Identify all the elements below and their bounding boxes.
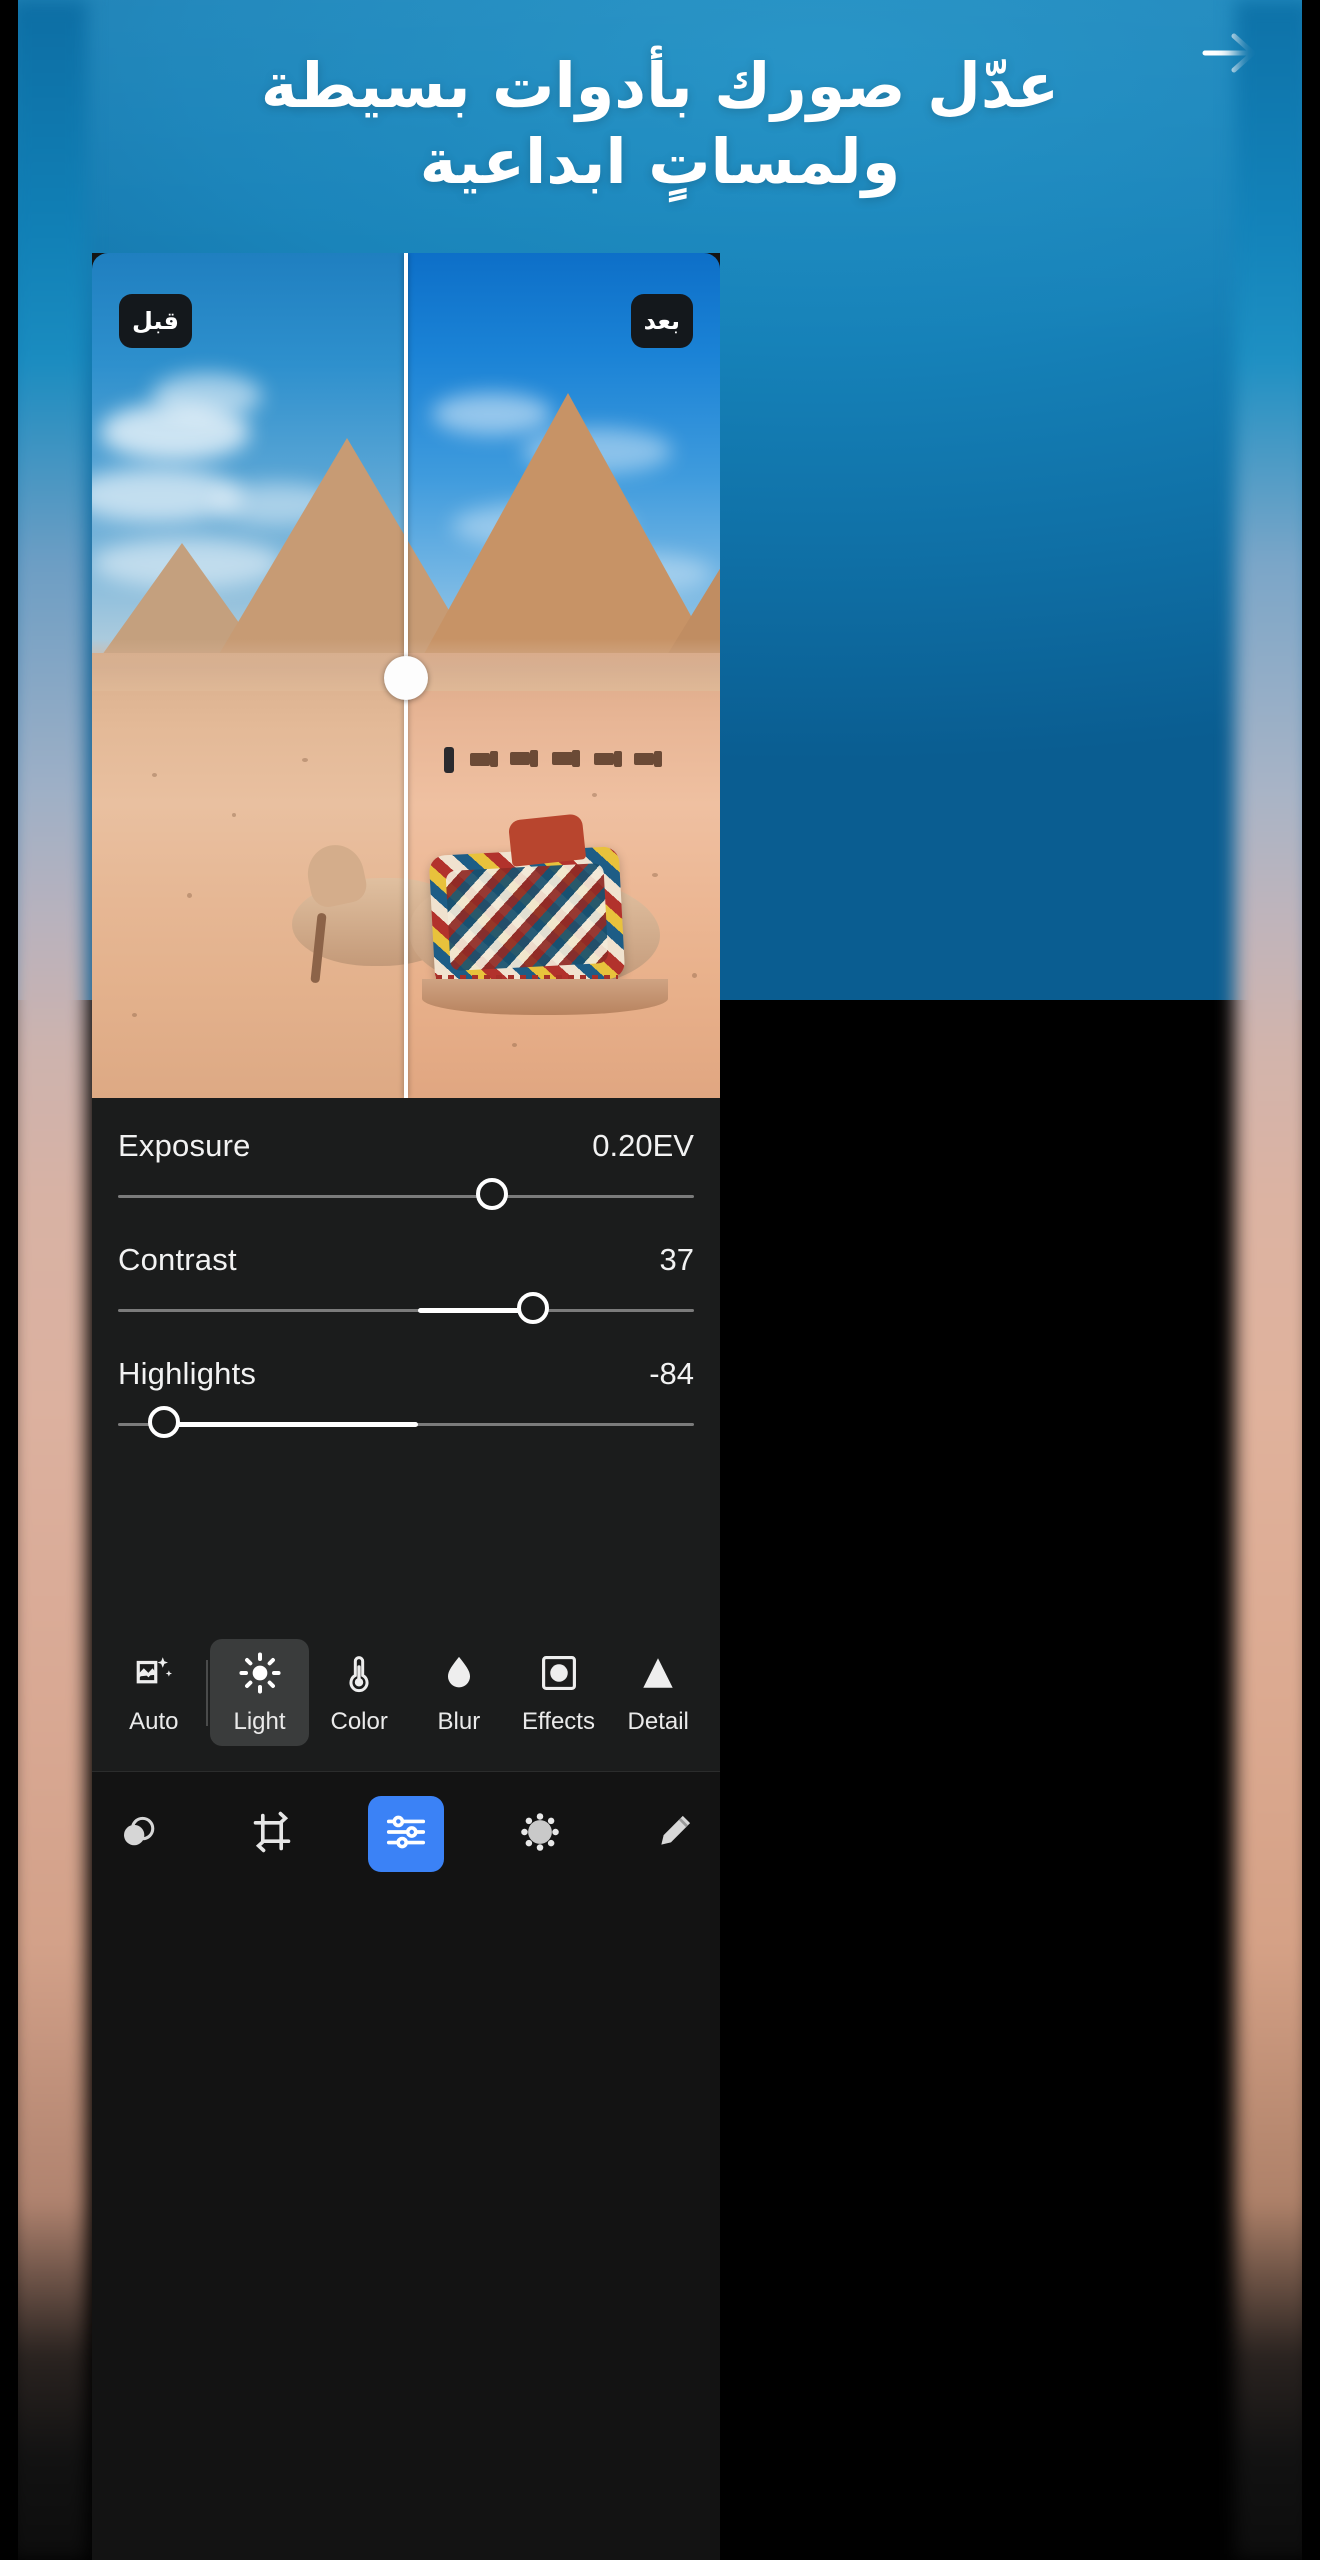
slider-exposure-track[interactable] <box>118 1195 694 1198</box>
left-blur-bar <box>0 0 95 2560</box>
phone-screenshot-panel: قبل بعد Exposure 0.20EV Contrast 37 High… <box>92 253 720 2560</box>
sun-icon <box>238 1651 281 1695</box>
slider-contrast-track[interactable] <box>118 1309 694 1312</box>
figure-standing <box>444 747 454 773</box>
bottom-nav <box>92 1772 720 2560</box>
dotted-circle-icon <box>517 1809 563 1860</box>
tool-blur-label: Blur <box>437 1708 481 1735</box>
nav-retouch[interactable] <box>636 1796 712 1872</box>
tool-light[interactable]: Light <box>209 1639 310 1746</box>
sliders-icon <box>383 1809 429 1860</box>
healing-brush-icon <box>651 1809 697 1860</box>
slider-highlights-label: Highlights <box>118 1356 257 1391</box>
slider-highlights-value: -84 <box>649 1356 694 1391</box>
before-after-photo[interactable]: قبل بعد <box>92 253 720 1098</box>
thermometer-icon <box>338 1651 380 1695</box>
camel-right-legs <box>422 979 668 1015</box>
slider-highlights-thumb[interactable] <box>148 1406 181 1438</box>
tool-row: Auto Light Color Blur Effects Detail <box>92 1614 720 1772</box>
slider-contrast-thumb[interactable] <box>516 1292 549 1324</box>
camel-saddle-horn <box>507 813 587 867</box>
nav-crop[interactable] <box>234 1796 310 1872</box>
slider-exposure-label: Exposure <box>118 1128 251 1163</box>
effects-frame-icon <box>538 1651 580 1695</box>
tool-detail[interactable]: Detail <box>608 1639 708 1746</box>
tool-detail-label: Detail <box>627 1708 689 1735</box>
right-blur-bar <box>1225 0 1320 2560</box>
tool-color-label: Color <box>330 1708 388 1735</box>
tool-effects-label: Effects <box>522 1708 595 1735</box>
slider-contrast-fill <box>417 1308 533 1313</box>
tool-light-label: Light <box>233 1708 286 1735</box>
tool-effects[interactable]: Effects <box>509 1639 609 1746</box>
slider-contrast[interactable]: Contrast 37 <box>118 1242 694 1324</box>
tool-auto[interactable]: Auto <box>104 1639 204 1746</box>
nav-adjust[interactable] <box>368 1796 444 1872</box>
tool-separator <box>205 1659 208 1726</box>
tool-color[interactable]: Color <box>309 1639 409 1746</box>
crop-rotate-icon <box>249 1809 295 1860</box>
before-badge: قبل <box>119 294 192 348</box>
slider-exposure-thumb[interactable] <box>476 1178 509 1210</box>
tool-auto-label: Auto <box>129 1708 179 1735</box>
nav-effects[interactable] <box>502 1796 578 1872</box>
adjust-panel: Exposure 0.20EV Contrast 37 Highlights -… <box>92 1098 720 1614</box>
nav-presets[interactable] <box>100 1796 176 1872</box>
slider-highlights-fill <box>164 1422 418 1427</box>
app-screenshot: عدّل صورك بأدوات بسيطة ولمساتٍ ابداعية ق… <box>0 0 1320 2560</box>
slider-contrast-value: 37 <box>659 1242 694 1277</box>
promo-headline: عدّل صورك بأدوات بسيطة ولمساتٍ ابداعية <box>260 49 1060 198</box>
compare-handle-icon[interactable] <box>384 656 428 700</box>
slider-exposure[interactable]: Exposure 0.20EV <box>118 1128 694 1210</box>
auto-enhance-icon <box>133 1651 175 1695</box>
droplet-icon <box>438 1651 480 1695</box>
tool-blur[interactable]: Blur <box>409 1639 509 1746</box>
slider-contrast-label: Contrast <box>118 1242 237 1277</box>
slider-highlights[interactable]: Highlights -84 <box>118 1356 694 1438</box>
triangle-detail-icon <box>637 1651 679 1695</box>
overlapping-circles-icon <box>115 1809 161 1860</box>
camel-saddle-pattern <box>445 862 609 972</box>
slider-exposure-value: 0.20EV <box>592 1128 694 1163</box>
after-badge: بعد <box>630 294 693 348</box>
